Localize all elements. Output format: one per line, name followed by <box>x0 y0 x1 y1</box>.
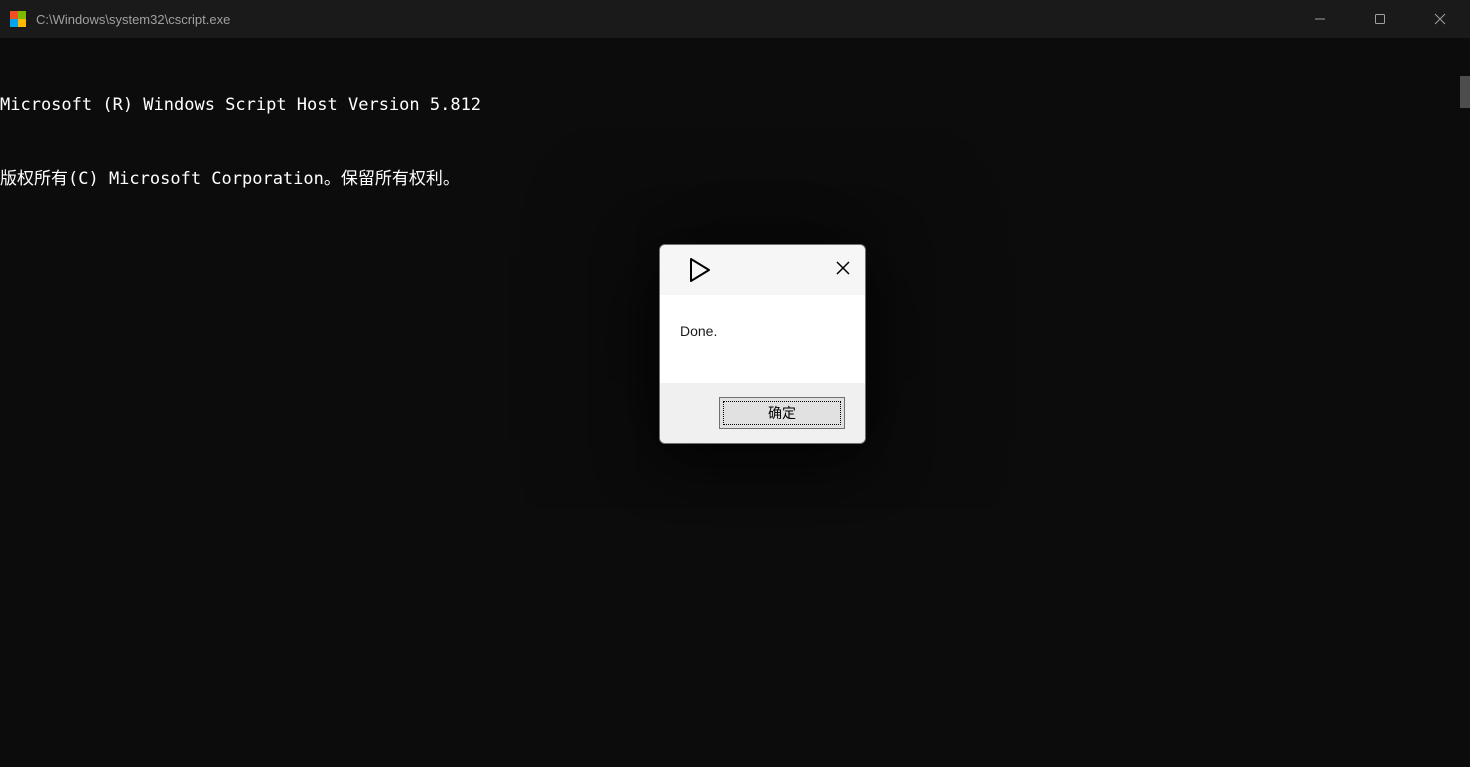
dialog-body: Done. <box>660 295 865 383</box>
play-icon <box>688 257 712 283</box>
app-icon <box>10 11 26 27</box>
window-title: C:\Windows\system32\cscript.exe <box>36 12 230 27</box>
title-bar: C:\Windows\system32\cscript.exe <box>0 0 1470 38</box>
maximize-button[interactable] <box>1350 0 1410 38</box>
console-line: 版权所有(C) Microsoft Corporation。保留所有权利。 <box>0 167 1470 192</box>
title-left: C:\Windows\system32\cscript.exe <box>10 11 230 27</box>
minimize-button[interactable] <box>1290 0 1350 38</box>
dialog-header[interactable] <box>660 245 865 295</box>
console-output: Microsoft (R) Windows Script Host Versio… <box>0 38 1470 216</box>
dialog-close-button[interactable] <box>831 256 855 285</box>
dialog-footer: 确定 <box>660 383 865 443</box>
console-line: Microsoft (R) Windows Script Host Versio… <box>0 93 1470 118</box>
window-controls <box>1290 0 1470 38</box>
ok-button[interactable]: 确定 <box>719 397 845 429</box>
dialog-message: Done. <box>680 323 717 339</box>
message-dialog: Done. 确定 <box>659 244 866 444</box>
close-button[interactable] <box>1410 0 1470 38</box>
scrollbar-thumb[interactable] <box>1460 76 1470 108</box>
